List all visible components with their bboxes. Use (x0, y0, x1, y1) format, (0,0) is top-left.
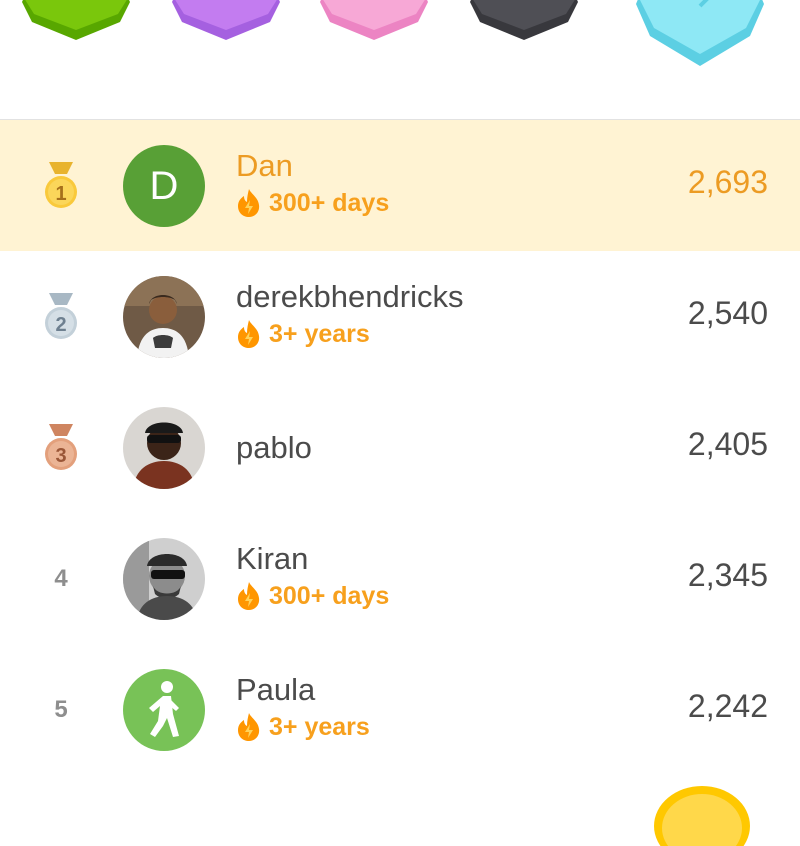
user-info: Kiran 300+ days (236, 541, 389, 611)
rank-gold-medal: 1 (38, 162, 84, 209)
rank-silver-medal: 2 (38, 293, 84, 340)
user-info: derekbhendricks 3+ years (236, 279, 463, 349)
purple-league-badge-icon[interactable] (172, 0, 280, 46)
gold-medal-icon: 1 (45, 162, 77, 208)
streak-label: 3+ years (269, 319, 370, 348)
rank-number: 4 (54, 565, 68, 592)
xp-score: 2,693 (687, 164, 768, 200)
leaderboard-row[interactable]: 3 pablo 2,405 (0, 382, 800, 513)
user-photo (123, 538, 205, 620)
user-info: Paula 3+ years (236, 672, 370, 742)
streak: 300+ days (236, 581, 389, 611)
leaderboard-list: 1 D Dan 300+ days 2,693 2 derekbhendrick… (0, 120, 800, 775)
user-photo (123, 407, 205, 489)
username: derekbhendricks (236, 279, 464, 314)
leaderboard-row[interactable]: 4 Kiran 300+ days 2,345 (0, 513, 800, 644)
streak-flame-icon (238, 713, 260, 741)
streak-label: 3+ years (269, 712, 370, 741)
black-league-badge-icon[interactable] (470, 0, 578, 46)
avatar[interactable] (123, 276, 205, 358)
leaderboard-row-current-user[interactable]: 1 D Dan 300+ days 2,693 (0, 120, 800, 251)
silver-medal-icon: 2 (45, 293, 77, 339)
leaderboard-row[interactable]: 2 derekbhendricks 3+ years 2,540 (0, 251, 800, 382)
user-info: pablo (236, 430, 312, 466)
xp-score: 2,345 (687, 557, 768, 593)
streak: 3+ years (236, 712, 370, 742)
avatar[interactable] (123, 669, 205, 751)
avatar[interactable]: D (123, 145, 205, 227)
avatar-initial: D (149, 163, 179, 208)
streak: 3+ years (236, 319, 463, 349)
rank-position: 5 (38, 687, 84, 733)
streak-flame-icon (238, 189, 260, 217)
xp-score: 2,242 (687, 688, 768, 724)
diamond-league-badge-icon[interactable] (636, 0, 764, 70)
streak-label: 300+ days (269, 581, 390, 610)
rank-bronze-medal: 3 (38, 424, 84, 471)
streak-flame-icon (238, 582, 260, 610)
xp-score: 2,405 (687, 426, 768, 462)
walker-icon (149, 681, 179, 737)
gold-coin-icon[interactable] (652, 786, 752, 846)
user-photo (123, 276, 205, 358)
rank-number: 3 (55, 445, 66, 467)
pink-league-badge-icon[interactable] (320, 0, 428, 46)
rank-number: 1 (55, 183, 66, 205)
user-info: Dan 300+ days (236, 148, 389, 218)
xp-score: 2,540 (687, 295, 768, 331)
streak: 300+ days (236, 188, 389, 218)
username: pablo (236, 430, 312, 465)
username: Dan (236, 148, 293, 183)
username: Kiran (236, 541, 309, 576)
bronze-medal-icon: 3 (45, 424, 77, 470)
rank-number: 2 (55, 314, 66, 336)
streak-flame-icon (238, 320, 260, 348)
rank-number: 5 (54, 696, 68, 723)
green-league-badge-icon[interactable] (22, 0, 130, 46)
league-badges-strip (0, 0, 800, 120)
rank-position: 4 (38, 556, 84, 602)
streak-label: 300+ days (269, 188, 390, 217)
username: Paula (236, 672, 316, 707)
avatar[interactable] (123, 407, 205, 489)
leaderboard-row[interactable]: 5 Paula 3+ years 2,242 (0, 644, 800, 775)
avatar[interactable] (123, 538, 205, 620)
